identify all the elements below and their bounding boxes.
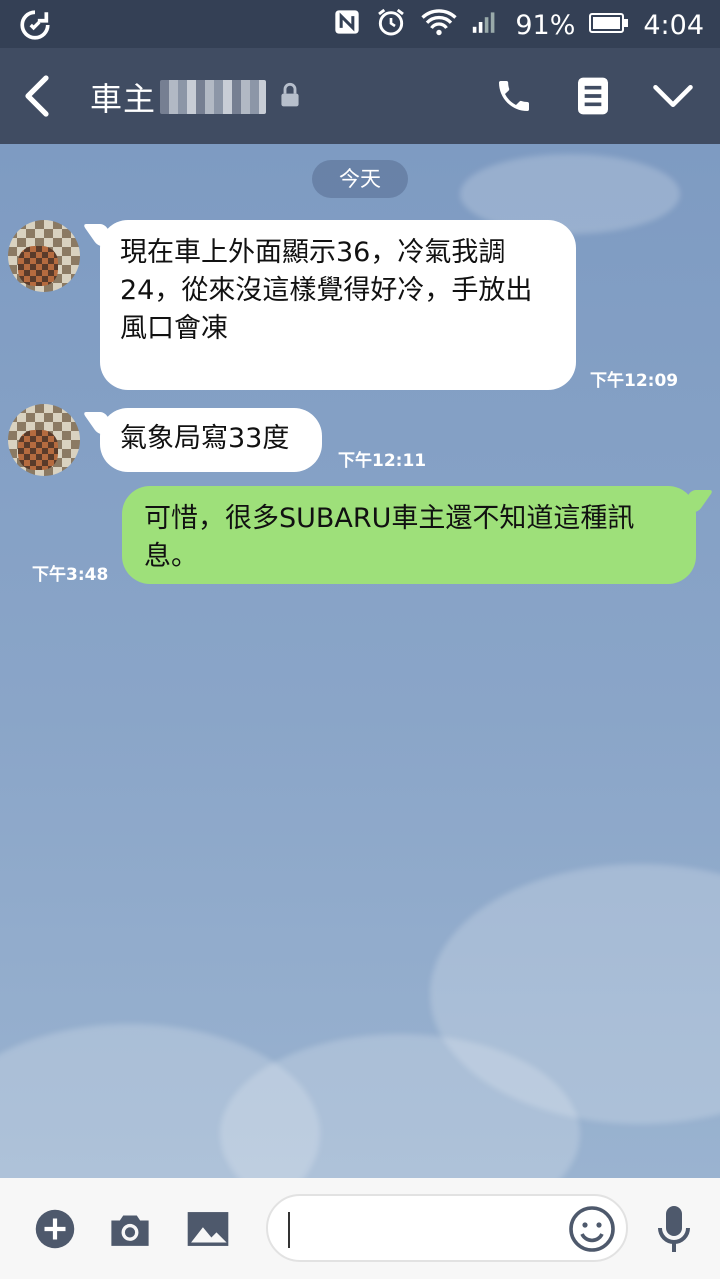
redacted-name [160,80,267,114]
camera-icon[interactable] [108,1208,152,1254]
message-time: 下午12:11 [338,451,427,471]
signal-icon [471,10,501,41]
chat-header: 車主 [0,48,720,144]
chat-area[interactable]: 今天 現在車上外面顯示36，冷氣我調24，從來沒這樣覺得好冷，手放出風口會凍 下… [0,144,720,1178]
nfc-icon [333,8,361,43]
microphone-icon[interactable] [656,1204,692,1260]
chat-title: 車主 [90,74,300,120]
status-bar: 91% 4:04 [0,0,720,48]
battery-icon [589,10,629,41]
wifi-icon [421,7,457,44]
chat-title-text: 車主 [90,80,157,118]
chevron-down-icon[interactable] [652,82,694,114]
message-text: 可惜，很多SUBARU車主還不知道這種訊息。 [144,503,635,572]
battery-percent: 91% [515,10,576,41]
message-time: 下午3:48 [32,565,109,585]
message-input[interactable] [266,1194,628,1262]
avatar[interactable] [8,404,80,476]
notes-icon[interactable] [576,76,610,120]
message-bubble-outgoing[interactable]: 可惜，很多SUBARU車主還不知道這種訊息。 [122,486,696,584]
message-text: 氣象局寫33度 [120,423,290,454]
message-input-bar [0,1178,720,1279]
message-bubble-incoming[interactable]: 氣象局寫33度 [100,408,322,472]
avatar[interactable] [8,220,80,292]
message-text: 現在車上外面顯示36，冷氣我調24，從來沒這樣覺得好冷，手放出風口會凍 [120,237,533,344]
phone-icon[interactable] [494,76,534,120]
text-caret [288,1212,290,1248]
image-icon[interactable] [186,1208,230,1254]
lock-icon [280,78,300,116]
date-separator: 今天 [312,160,408,198]
plus-icon[interactable] [34,1208,76,1254]
sync-icon [18,8,52,46]
alarm-icon [375,6,407,45]
clock: 4:04 [643,10,704,41]
emoji-icon[interactable] [568,1205,616,1257]
back-button[interactable] [22,74,62,118]
message-bubble-incoming[interactable]: 現在車上外面顯示36，冷氣我調24，從來沒這樣覺得好冷，手放出風口會凍 [100,220,576,390]
message-time: 下午12:09 [590,371,679,391]
